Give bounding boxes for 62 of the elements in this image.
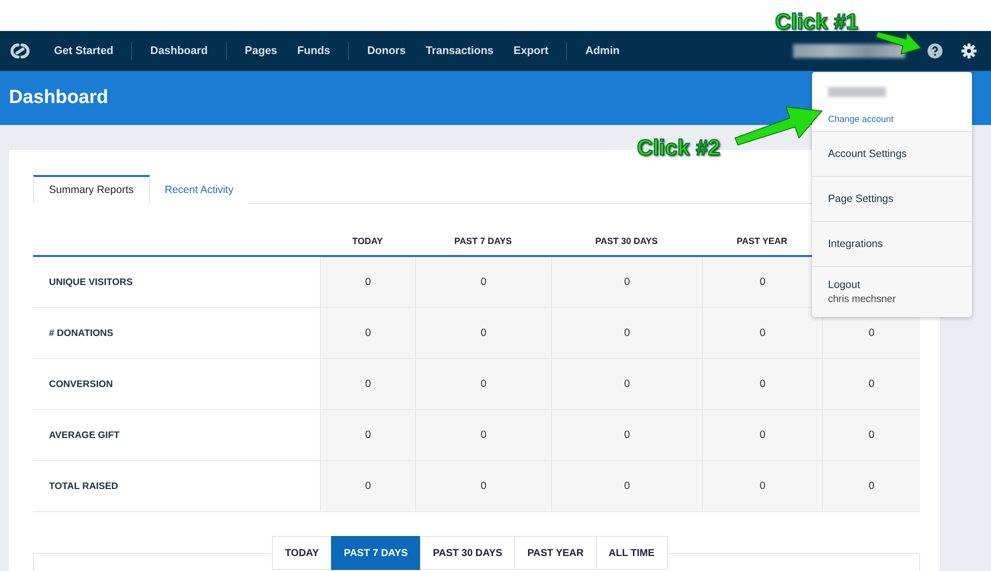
menu-item-label: Logout [828, 279, 862, 291]
table-cell: 0 [320, 359, 415, 409]
period-tab[interactable]: PAST YEAR [514, 536, 597, 570]
menu-item[interactable]: Page Settings [812, 177, 972, 222]
nav-link[interactable]: Pages [234, 45, 288, 57]
menu-item[interactable]: Account Settings [812, 132, 972, 177]
table-cell: 0 [702, 410, 822, 460]
period-tab[interactable]: ALL TIME [596, 536, 668, 570]
nav-link[interactable]: Admin [575, 45, 630, 57]
table-cell: 0 [702, 308, 822, 358]
table-cell: 0 [702, 461, 822, 511]
table-cell: 0 [415, 257, 551, 307]
table-cell: 0 [551, 410, 702, 460]
nav-link[interactable]: Dashboard [140, 45, 218, 57]
table-cell: 0 [320, 257, 415, 307]
settings-icon[interactable] [961, 43, 977, 59]
table-cell: 0 [320, 308, 415, 358]
annotation-label: Click #2 [637, 135, 720, 161]
period-tab[interactable]: PAST 7 DAYS [330, 536, 421, 570]
table-cell: 0 [551, 461, 702, 511]
tab[interactable]: Summary Reports [33, 175, 150, 204]
menu-item-label: Account Settings [828, 148, 908, 160]
table-cell: 0 [822, 461, 920, 511]
period-tab[interactable]: PAST 30 DAYS [420, 536, 516, 570]
table-cell: 0 [702, 359, 822, 409]
help-icon[interactable] [927, 43, 943, 59]
row-label: CONVERSION [48, 378, 114, 392]
table-cell: 0 [415, 359, 551, 409]
column-header: PAST 30 DAYS [594, 235, 659, 248]
row-label: # DONATIONS [48, 326, 114, 340]
table-cell: 0 [415, 308, 551, 358]
annotation-label: Click #1 [775, 9, 858, 35]
table-cell: 0 [415, 461, 551, 511]
column-header: TODAY [351, 235, 384, 248]
row-label: TOTAL RAISED [48, 480, 120, 494]
page-title: Dashboard [9, 87, 108, 109]
table-cell: 0 [822, 359, 920, 409]
table-cell: 0 [320, 461, 415, 511]
table-cell: 0 [415, 410, 551, 460]
column-header: PAST 7 DAYS [453, 235, 513, 248]
table-cell: 0 [320, 410, 415, 460]
menu-item[interactable]: Integrations [812, 222, 972, 267]
change-account-link[interactable]: Change account [828, 114, 894, 124]
menu-item-label: Page Settings [828, 193, 894, 205]
table-cell: 0 [551, 308, 702, 358]
menu-item-label: Integrations [828, 238, 884, 250]
row-label: UNIQUE VISITORS [48, 276, 134, 290]
logo-icon[interactable] [10, 41, 30, 61]
row-label: AVERAGE GIFT [48, 428, 121, 442]
nav-link[interactable]: Funds [287, 45, 340, 57]
nav-link[interactable]: Get Started [44, 45, 124, 57]
arrow [875, 32, 922, 55]
nav-link[interactable]: Export [504, 45, 558, 57]
table-cell: 0 [551, 257, 702, 307]
nav-link[interactable]: Donors [357, 45, 416, 57]
nav-link[interactable]: Transactions [416, 45, 504, 57]
table-cell: 0 [551, 359, 702, 409]
blurred-name [828, 87, 886, 97]
menu-item-subtext: chris mechsner [828, 294, 897, 305]
column-header: PAST YEAR [736, 235, 788, 248]
table-cell: 0 [822, 410, 920, 460]
period-tab[interactable]: TODAY [272, 536, 332, 570]
